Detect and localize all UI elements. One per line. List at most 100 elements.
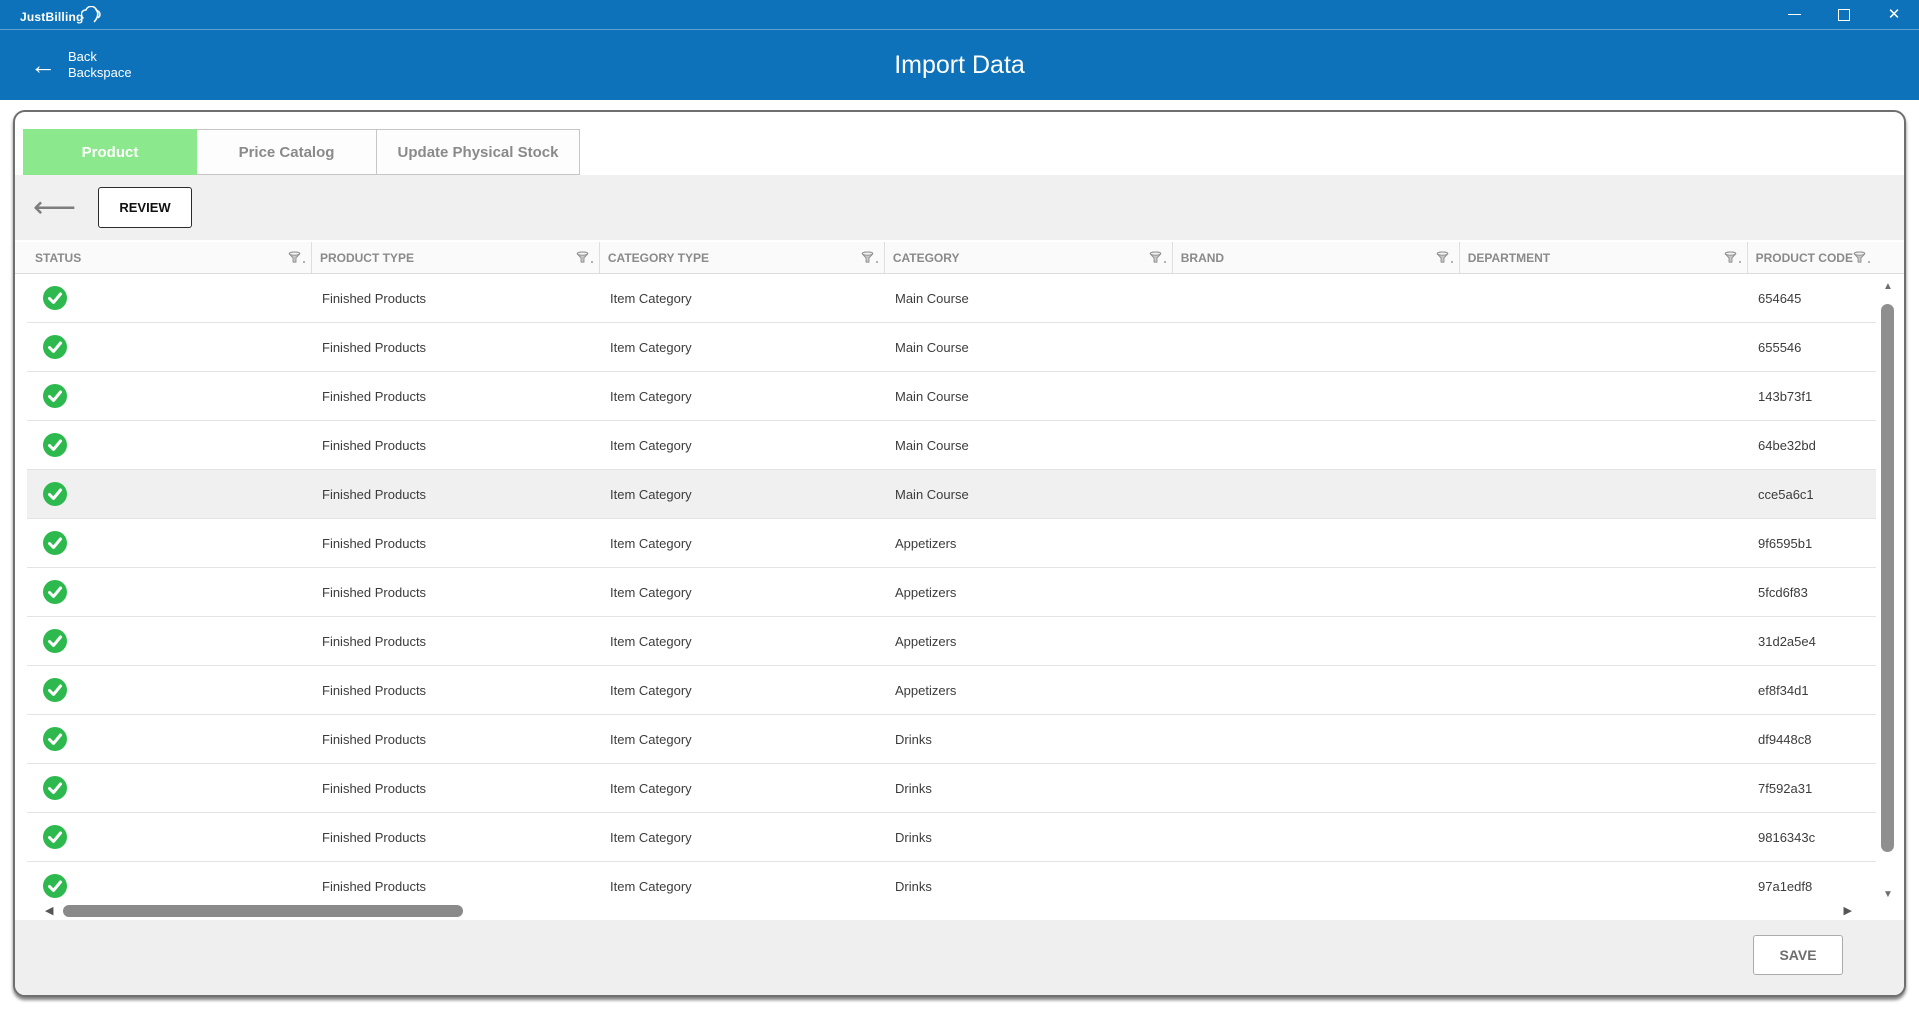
category-cell: Appetizers <box>885 536 1173 551</box>
status-ok-icon <box>43 384 67 408</box>
table-row[interactable]: Finished ProductsItem CategoryDrinks7f59… <box>27 764 1876 813</box>
product-code-cell: 9f6595b1 <box>1748 536 1876 551</box>
column-header-brand[interactable]: BRAND <box>1173 242 1460 273</box>
horizontal-scroll-thumb[interactable] <box>63 905 463 917</box>
table-row[interactable]: Finished ProductsItem CategoryAppetizers… <box>27 617 1876 666</box>
product-type-cell: Finished Products <box>312 291 600 306</box>
category-type-cell: Item Category <box>600 536 885 551</box>
scroll-right-icon[interactable]: ▶ <box>1844 904 1852 918</box>
scroll-up-icon[interactable]: ▲ <box>1883 280 1893 294</box>
app-logo: JustBilling <box>20 6 101 24</box>
scroll-down-icon[interactable]: ▼ <box>1883 888 1893 902</box>
category-type-cell: Item Category <box>600 634 885 649</box>
status-ok-icon <box>43 482 67 506</box>
column-label: BRAND <box>1181 251 1224 265</box>
column-label: PRODUCT CODE <box>1756 251 1853 265</box>
toolbar: ⟵ REVIEW <box>15 175 1904 240</box>
status-ok-icon <box>43 727 67 751</box>
status-ok-icon <box>43 580 67 604</box>
product-type-cell: Finished Products <box>312 487 600 502</box>
filter-icon[interactable] <box>1149 251 1166 264</box>
table-row[interactable]: Finished ProductsItem CategoryAppetizers… <box>27 519 1876 568</box>
filter-icon[interactable] <box>1436 251 1453 264</box>
table-row[interactable]: Finished ProductsItem CategoryMain Cours… <box>27 421 1876 470</box>
column-header-status[interactable]: STATUS <box>27 242 312 273</box>
vertical-scroll-track[interactable] <box>1878 294 1898 888</box>
category-cell: Drinks <box>885 781 1173 796</box>
status-cell <box>27 384 312 408</box>
filter-icon[interactable] <box>861 251 878 264</box>
table-row[interactable]: Finished ProductsItem CategoryDrinks9816… <box>27 813 1876 862</box>
column-label: PRODUCT TYPE <box>320 251 414 265</box>
status-cell <box>27 433 312 457</box>
status-cell <box>27 727 312 751</box>
product-type-cell: Finished Products <box>312 732 600 747</box>
filter-icon[interactable] <box>1853 251 1870 264</box>
toolbar-back-arrow-icon[interactable]: ⟵ <box>33 193 76 223</box>
product-type-cell: Finished Products <box>312 781 600 796</box>
horizontal-scrollbar[interactable]: ◀ ▶ <box>15 902 1904 920</box>
status-ok-icon <box>43 776 67 800</box>
table-row[interactable]: Finished ProductsItem CategoryMain Cours… <box>27 323 1876 372</box>
table-row[interactable]: Finished ProductsItem CategoryMain Cours… <box>27 470 1876 519</box>
filter-icon[interactable] <box>288 251 305 264</box>
column-header-product-code[interactable]: PRODUCT CODE <box>1748 242 1876 273</box>
close-icon[interactable]: ✕ <box>1869 0 1919 30</box>
minimize-icon[interactable] <box>1769 0 1819 30</box>
category-type-cell: Item Category <box>600 585 885 600</box>
tab-strip: Product Price Catalog Update Physical St… <box>23 129 1904 175</box>
product-code-cell: df9448c8 <box>1748 732 1876 747</box>
status-ok-icon <box>43 286 67 310</box>
vertical-scroll-thumb[interactable] <box>1881 304 1894 852</box>
status-ok-icon <box>43 678 67 702</box>
product-code-cell: ef8f34d1 <box>1748 683 1876 698</box>
tab-price-catalog[interactable]: Price Catalog <box>197 129 377 175</box>
status-cell <box>27 874 312 898</box>
category-cell: Drinks <box>885 732 1173 747</box>
category-type-cell: Item Category <box>600 389 885 404</box>
table-row[interactable]: Finished ProductsItem CategoryMain Cours… <box>27 372 1876 421</box>
window-controls: ✕ <box>1769 0 1919 30</box>
product-type-cell: Finished Products <box>312 536 600 551</box>
category-type-cell: Item Category <box>600 879 885 894</box>
scroll-left-icon[interactable]: ◀ <box>45 904 53 918</box>
filter-icon[interactable] <box>1724 251 1741 264</box>
status-cell <box>27 776 312 800</box>
column-label: DEPARTMENT <box>1468 251 1550 265</box>
review-button[interactable]: REVIEW <box>98 187 192 228</box>
column-header-category-type[interactable]: CATEGORY TYPE <box>600 242 885 273</box>
category-type-cell: Item Category <box>600 438 885 453</box>
category-cell: Drinks <box>885 879 1173 894</box>
product-type-cell: Finished Products <box>312 830 600 845</box>
back-arrow-icon: ← <box>30 52 56 78</box>
product-type-cell: Finished Products <box>312 634 600 649</box>
column-header-category[interactable]: CATEGORY <box>885 242 1173 273</box>
product-type-cell: Finished Products <box>312 683 600 698</box>
status-ok-icon <box>43 531 67 555</box>
save-button[interactable]: SAVE <box>1753 935 1843 975</box>
card-footer: SAVE <box>15 920 1904 995</box>
table-row[interactable]: Finished ProductsItem CategoryDrinks97a1… <box>27 862 1876 902</box>
category-cell: Appetizers <box>885 634 1173 649</box>
product-type-cell: Finished Products <box>312 340 600 355</box>
table-row[interactable]: Finished ProductsItem CategoryMain Cours… <box>27 274 1876 323</box>
column-header-product-type[interactable]: PRODUCT TYPE <box>312 242 600 273</box>
product-code-cell: 5fcd6f83 <box>1748 585 1876 600</box>
table-row[interactable]: Finished ProductsItem CategoryAppetizers… <box>27 568 1876 617</box>
table-row[interactable]: Finished ProductsItem CategoryDrinksdf94… <box>27 715 1876 764</box>
status-ok-icon <box>43 874 67 898</box>
category-cell: Main Course <box>885 340 1173 355</box>
vertical-scrollbar[interactable]: ▲ ▼ <box>1878 280 1898 902</box>
product-code-cell: 31d2a5e4 <box>1748 634 1876 649</box>
grid-header-strip: STATUS PRODUCT TYPE CATEGORY TYPECATEGORY B… <box>15 242 1904 274</box>
category-type-cell: Item Category <box>600 830 885 845</box>
tab-product[interactable]: Product <box>23 129 197 175</box>
import-card: Product Price Catalog Update Physical St… <box>13 110 1906 997</box>
column-header-department[interactable]: DEPARTMENT <box>1460 242 1748 273</box>
table-row[interactable]: Finished ProductsItem CategoryAppetizers… <box>27 666 1876 715</box>
back-button[interactable]: ← Back Backspace <box>30 49 132 82</box>
tab-update-physical-stock[interactable]: Update Physical Stock <box>377 129 580 175</box>
filter-icon[interactable] <box>576 251 593 264</box>
maximize-icon[interactable] <box>1819 0 1869 30</box>
status-cell <box>27 629 312 653</box>
